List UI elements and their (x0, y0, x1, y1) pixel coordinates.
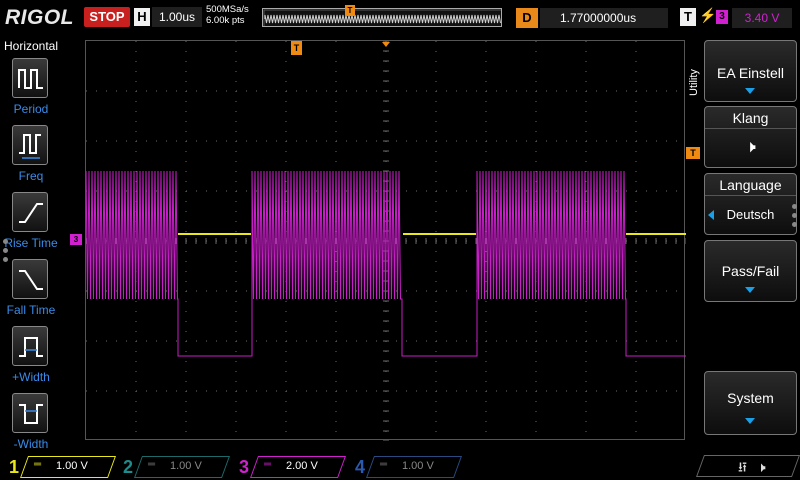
menu-tab-label: Utility (688, 69, 700, 96)
channel-scale: 1.00 V (402, 460, 434, 472)
trigger-source: 3 (716, 10, 728, 24)
measure-item-freq[interactable]: Freq (0, 125, 62, 189)
measure-item-rise-time[interactable]: Rise Time (0, 192, 62, 256)
top-status-bar: RIGOL STOP H 1.00us 500MSa/s 6.00k pts T… (0, 0, 800, 35)
dc-coupling-icon: ═ (148, 459, 156, 470)
sound-button[interactable]: Klang 🕨 (704, 106, 797, 168)
chevron-down-icon (745, 418, 755, 424)
run-stop-indicator[interactable]: STOP (84, 7, 130, 27)
channel-3-offset-marker[interactable]: 3 (70, 234, 82, 245)
waveform-display[interactable] (85, 40, 686, 441)
language-value: Deutsch (726, 207, 775, 222)
usb-icon: ⭿ (738, 459, 748, 475)
menu-tab: Utility (688, 36, 702, 136)
waveform-traces (86, 170, 686, 357)
measure-item-label: Fall Time (6, 303, 56, 317)
measure-item-period[interactable]: Period (0, 58, 62, 122)
ea-settings-label: EA Einstell (717, 65, 784, 81)
channel-3-trace (86, 170, 686, 357)
measure-item-label: Rise Time (4, 236, 58, 250)
positive-width-icon (12, 326, 48, 366)
rise-time-icon (12, 192, 48, 232)
chevron-down-icon (745, 287, 755, 293)
measure-sidebar: Horizontal Period Freq Rise Time Fall Ti… (0, 36, 62, 451)
sidebar-title: Horizontal (3, 39, 59, 53)
delay-key: D (516, 8, 538, 28)
channel-4-settings[interactable]: 4 ═ 1.00 V (350, 456, 463, 478)
trigger-level[interactable]: 3.40 V (732, 8, 792, 28)
trigger-key: T (680, 8, 696, 26)
measure-item-fall-time[interactable]: Fall Time (0, 259, 62, 323)
period-icon (12, 58, 48, 98)
channel-scale: 1.00 V (56, 460, 88, 472)
speaker-mute-icon: 🕨 (756, 459, 766, 475)
measure-item-label: Period (13, 102, 49, 116)
page-indicator-dots (792, 204, 798, 228)
channel-2-settings[interactable]: 2 ═ 1.00 V (118, 456, 231, 478)
memory-waveform-thumbnail (263, 9, 501, 26)
trigger-position-marker[interactable]: T (291, 41, 302, 55)
sound-label: Klang (705, 107, 796, 129)
horizontal-scale[interactable]: 1.00us (152, 7, 202, 27)
utility-menu: Utility EA Einstell Klang 🕨 Language Deu… (688, 36, 800, 440)
memory-trigger-marker: T (345, 5, 355, 16)
measure-item-positive-width[interactable]: +Width (0, 326, 62, 390)
brand-logo: RIGOL (5, 6, 74, 29)
chevron-down-icon (745, 88, 755, 94)
dc-coupling-icon: ═ (380, 459, 388, 470)
language-button[interactable]: Language Deutsch (704, 173, 797, 235)
dc-coupling-icon: ═ (264, 459, 272, 470)
memory-overview-bar (262, 8, 502, 27)
status-icons: ⭿ 🕨 (738, 457, 766, 480)
ea-settings-button[interactable]: EA Einstell (704, 40, 797, 102)
pass-fail-label: Pass/Fail (721, 263, 780, 279)
measure-item-label: Freq (18, 169, 44, 183)
dc-coupling-icon: ═ (34, 459, 42, 470)
pass-fail-button[interactable]: Pass/Fail (704, 240, 797, 302)
memory-depth: 6.00k pts (206, 15, 245, 26)
measure-item-negative-width[interactable]: -Width (0, 393, 62, 457)
rising-edge-icon: ⚡ (699, 7, 717, 23)
sample-rate: 500MSa/s (206, 4, 249, 15)
speaker-mute-icon: 🕨 (745, 137, 756, 156)
channel-scale: 1.00 V (170, 460, 202, 472)
channel-scale: 2.00 V (286, 460, 318, 472)
negative-width-icon (12, 393, 48, 433)
channel-1-settings[interactable]: 1 ═ 1.00 V (4, 456, 117, 478)
page-indicator-dots (3, 239, 9, 263)
frequency-icon (12, 125, 48, 165)
channel-bar: 1 ═ 1.00 V 2 ═ 1.00 V 3 ═ 2.00 V 4 ═ 1.0… (0, 452, 800, 480)
fall-time-icon (12, 259, 48, 299)
acquisition-info: 500MSa/s 6.00k pts (206, 4, 249, 26)
channel-3-settings[interactable]: 3 ═ 2.00 V (234, 456, 347, 478)
system-button[interactable]: System (704, 371, 797, 435)
measure-item-label: +Width (12, 370, 50, 384)
delay-value[interactable]: 1.77000000us (540, 8, 668, 28)
horizontal-key: H (134, 8, 150, 26)
measure-item-label: -Width (13, 437, 49, 451)
system-label: System (727, 390, 774, 406)
language-label: Language (705, 174, 796, 196)
